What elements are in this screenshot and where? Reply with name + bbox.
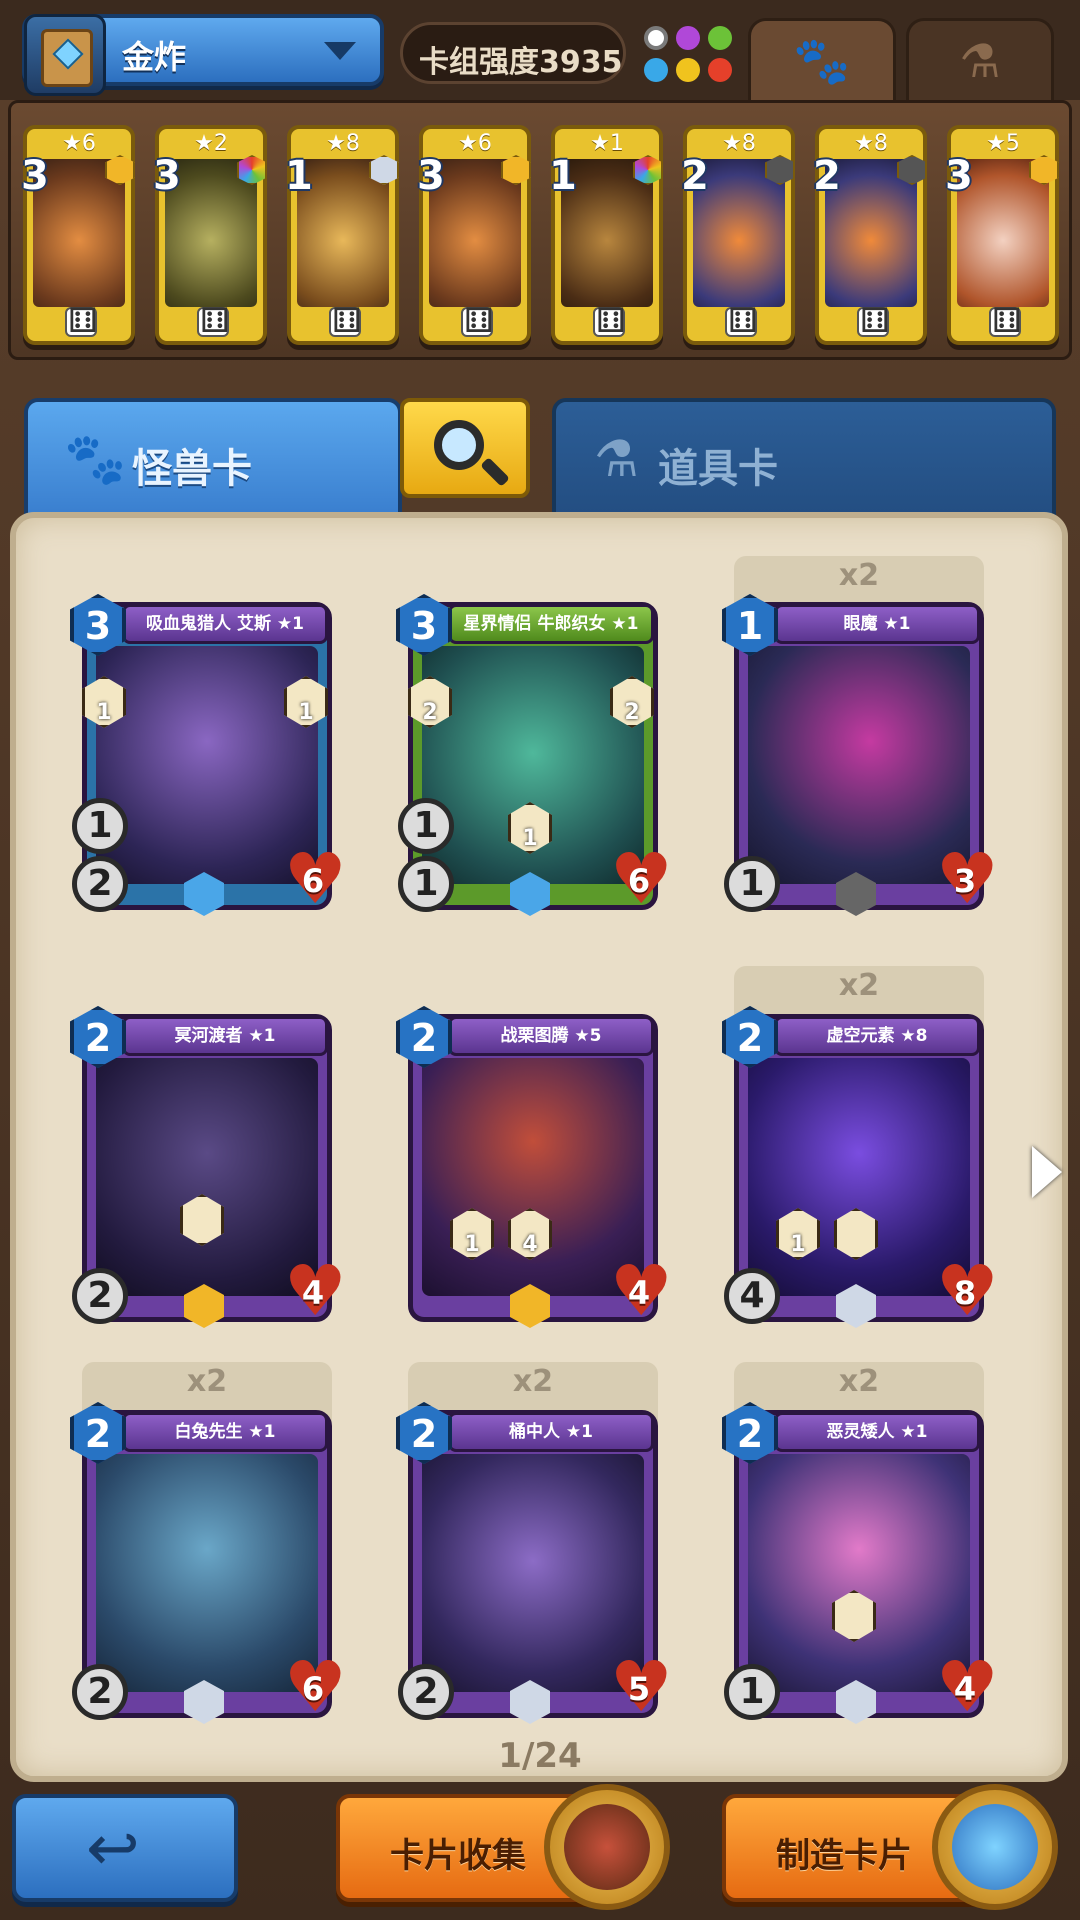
deck-card-6[interactable]: ★8 2 <box>681 125 795 345</box>
dice-icon <box>593 301 626 341</box>
deck-builder-screen: 金炸 卡组强度3935 🐾 ⚗ ★63 ★23 ★81 ★63 ★11 ★82 … <box>0 0 1080 1920</box>
card-vampire-hunter[interactable]: 吸血鬼猎人 艾斯 ★1 3 1 1 1 2 6 <box>70 584 347 920</box>
card-ghost-dwarf[interactable]: 恶灵矮人 ★1 2 1 4 <box>722 1392 999 1728</box>
deck-card-4[interactable]: ★6 3 <box>417 125 531 345</box>
card-name: 虚空元素 ★8 <box>774 1016 980 1056</box>
tab-monster-deck[interactable]: 🐾 <box>748 18 896 100</box>
range-badge: 1 <box>72 798 128 854</box>
hp-badge: 4 <box>610 1250 673 1332</box>
card-styx-ferryman[interactable]: 冥河渡者 ★1 2 2 4 <box>70 996 347 1332</box>
hp-badge: 6 <box>284 1646 347 1728</box>
hp-badge: 4 <box>936 1646 999 1728</box>
deck-card-1[interactable]: ★6 3 <box>21 125 135 345</box>
back-button[interactable]: ↩ <box>12 1794 238 1902</box>
deck-card-strip: ★63 ★23 ★81 ★63 ★11 ★82 ★82 ★53 <box>8 100 1072 360</box>
dice-icon <box>197 301 230 341</box>
card-eye-demon[interactable]: 眼魔 ★1 1 1 3 <box>722 584 999 920</box>
deck-card-count: 3 <box>417 153 445 199</box>
hp-badge: 6 <box>284 838 347 920</box>
tab-item-deck[interactable]: ⚗ <box>906 18 1054 100</box>
potion-paw-icon <box>932 1784 1058 1910</box>
craft-card-label: 制造卡片 <box>776 1836 912 1876</box>
card-collection-label: 卡片收集 <box>390 1836 526 1876</box>
hp-badge: 4 <box>284 1250 347 1332</box>
water-element-icon <box>644 58 668 82</box>
neutral-element-icon <box>644 26 668 50</box>
attack-badge: 1 <box>724 1664 780 1720</box>
deck-power: 卡组强度3935 <box>400 22 626 84</box>
deck-card-count: 2 <box>681 153 709 199</box>
card-name: 吸血鬼猎人 艾斯 ★1 <box>122 604 328 644</box>
card-name: 星界情侣 牛郎织女 ★1 <box>448 604 654 644</box>
fire-element-icon <box>708 58 732 82</box>
page-indicator: 1/24 <box>498 1736 582 1776</box>
deck-card-7[interactable]: ★8 2 <box>813 125 927 345</box>
attack-badge: 2 <box>72 856 128 912</box>
tab-item-cards[interactable]: ⚗ 道具卡 <box>552 398 1056 518</box>
arcane-element-icon <box>676 26 700 50</box>
collection-book-icon <box>544 1784 670 1910</box>
dice-icon <box>329 301 362 341</box>
deck-card-count: 1 <box>285 153 313 199</box>
deck-selector[interactable]: 金炸 <box>22 14 384 96</box>
chevron-down-icon <box>324 42 356 60</box>
back-arrow-icon: ↩ <box>86 1812 140 1886</box>
deck-card-count: 2 <box>813 153 841 199</box>
card-name: 桶中人 ★1 <box>448 1412 654 1452</box>
search-button[interactable] <box>400 398 530 498</box>
attack-badge: 2 <box>398 1664 454 1720</box>
deck-card-count: 1 <box>549 153 577 199</box>
dice-icon <box>857 301 890 341</box>
flask-icon: ⚗ <box>959 33 1001 88</box>
attack-badge: 4 <box>724 1268 780 1324</box>
attack-badge: 1 <box>398 856 454 912</box>
range-badge: 1 <box>398 798 454 854</box>
deck-card-count: 3 <box>21 153 49 199</box>
dice-icon <box>461 301 494 341</box>
search-icon <box>434 420 484 470</box>
card-name: 冥河渡者 ★1 <box>122 1016 328 1056</box>
paw-icon: 🐾 <box>793 33 851 87</box>
hp-badge: 3 <box>936 838 999 920</box>
deck-card-count: 3 <box>153 153 181 199</box>
deck-book-icon <box>24 14 106 96</box>
next-page-arrow-icon[interactable] <box>1032 1146 1062 1198</box>
top-bar: 金炸 卡组强度3935 🐾 ⚗ <box>0 0 1080 100</box>
card-void-elemental[interactable]: 虚空元素 ★8 2 1 4 8 <box>722 996 999 1332</box>
deck-name: 金炸 <box>122 38 187 76</box>
hp-badge: 5 <box>610 1646 673 1728</box>
element-icons <box>640 22 736 88</box>
deck-card-5[interactable]: ★1 1 <box>549 125 663 345</box>
attack-badge: 2 <box>72 1664 128 1720</box>
attack-badge: 2 <box>72 1268 128 1324</box>
dice-icon <box>989 301 1022 341</box>
deck-card-8[interactable]: ★5 3 <box>945 125 1059 345</box>
lightning-element-icon <box>676 58 700 82</box>
attack-badge: 1 <box>724 856 780 912</box>
hp-badge: 6 <box>610 838 673 920</box>
deck-card-count: 3 <box>945 153 973 199</box>
card-name: 白兔先生 ★1 <box>122 1412 328 1452</box>
tab-monster-label: 怪兽卡 <box>132 446 252 492</box>
flask-icon: ⚗ <box>594 430 639 488</box>
dice-icon <box>725 301 758 341</box>
tab-item-label: 道具卡 <box>658 446 778 492</box>
card-name: 战栗图腾 ★5 <box>448 1016 654 1056</box>
card-terror-totem[interactable]: 战栗图腾 ★5 2 1 4 4 <box>396 996 673 1332</box>
deck-card-2[interactable]: ★2 3 <box>153 125 267 345</box>
card-name: 眼魔 ★1 <box>774 604 980 644</box>
card-cosmic-lovers[interactable]: 星界情侣 牛郎织女 ★1 3 2 2 1 1 1 6 <box>396 584 673 920</box>
dice-icon <box>65 301 98 341</box>
card-mr-rabbit[interactable]: 白兔先生 ★1 2 2 6 <box>70 1392 347 1728</box>
deck-card-3[interactable]: ★8 1 <box>285 125 399 345</box>
card-barrel-man[interactable]: 桶中人 ★1 2 2 5 <box>396 1392 673 1728</box>
deck-power-label: 卡组强度3935 <box>419 45 623 80</box>
nature-element-icon <box>708 26 732 50</box>
card-name: 恶灵矮人 ★1 <box>774 1412 980 1452</box>
tab-monster-cards[interactable]: 🐾 怪兽卡 <box>24 398 402 518</box>
paw-icon: 🐾 <box>64 430 127 488</box>
hp-badge: 8 <box>936 1250 999 1332</box>
